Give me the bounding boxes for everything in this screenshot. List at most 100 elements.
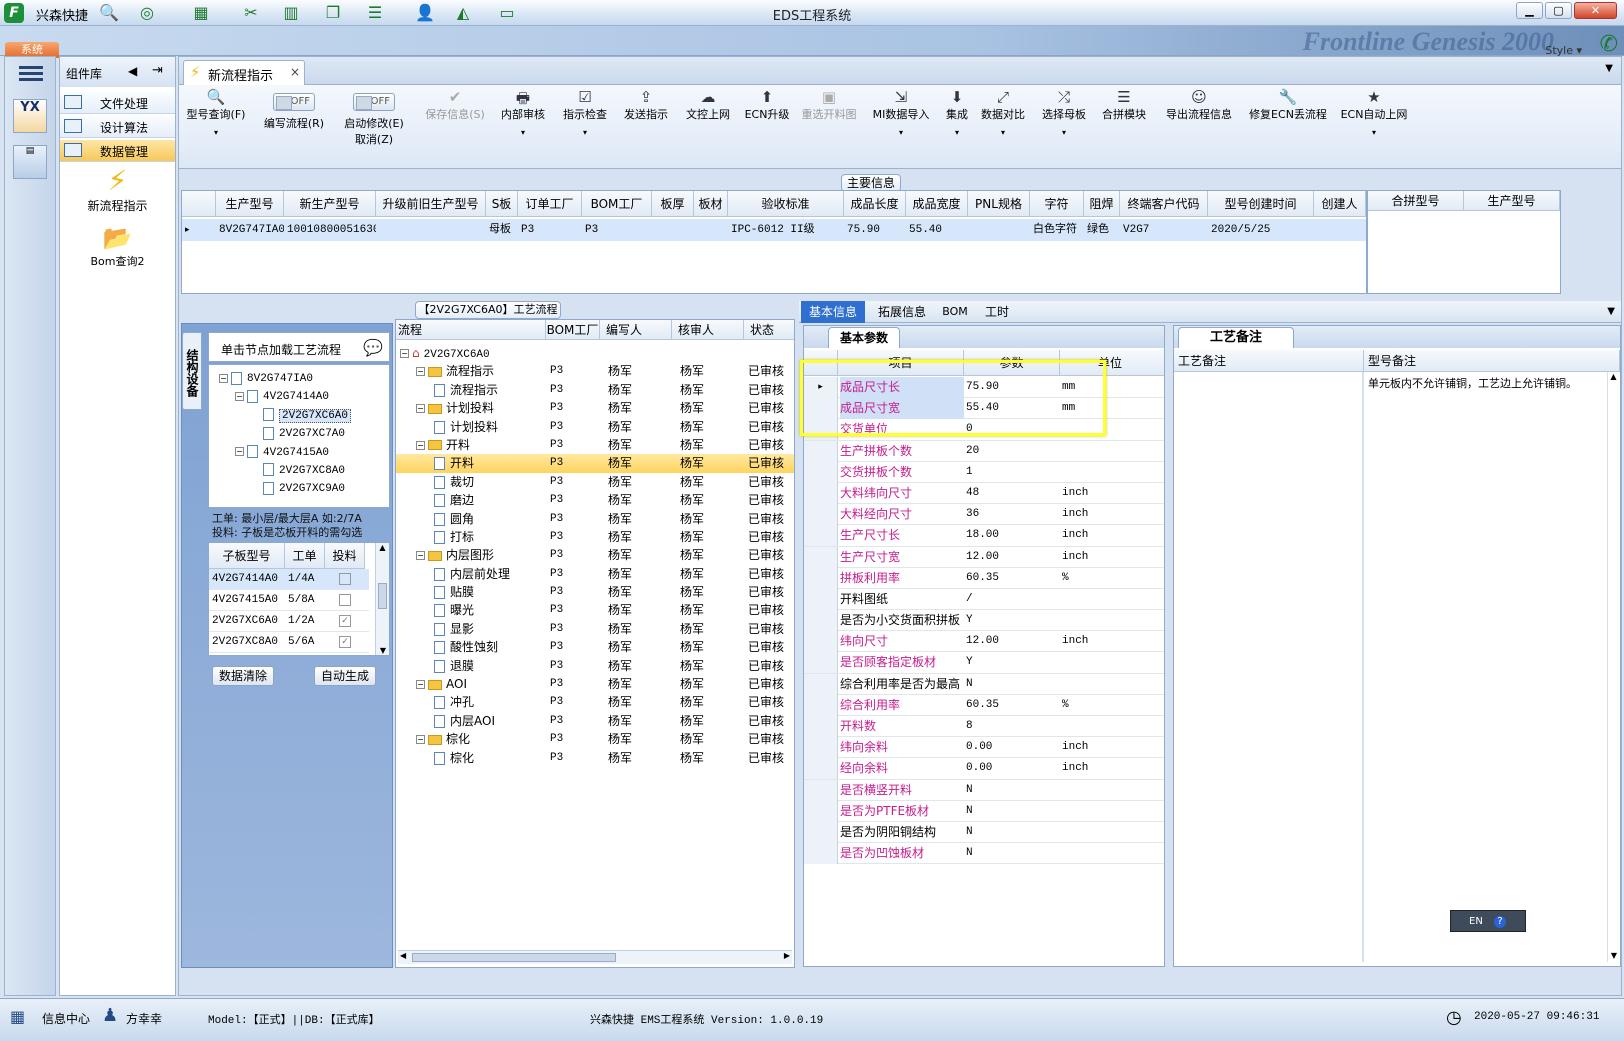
remarks-tab[interactable]: 工艺备注 <box>1178 327 1294 348</box>
table-cell[interactable] <box>968 219 1030 241</box>
chart-icon[interactable]: ◭ <box>452 4 474 22</box>
doc-control-online-button[interactable]: ☁ 文控上网 <box>678 88 738 122</box>
search-icon[interactable]: 🔍 <box>98 4 120 22</box>
tab-bom[interactable]: BOM <box>935 301 975 323</box>
process-row[interactable]: − 计划投料 P3 杨军 杨军 已审核 <box>396 399 794 417</box>
process-row[interactable]: 退膜 P3 杨军 杨军 已审核 <box>396 657 794 675</box>
user-icon[interactable]: 👤 <box>414 4 436 22</box>
process-row[interactable]: 棕化 P3 杨军 杨军 已审核 <box>396 749 794 767</box>
new-process-tool[interactable]: ⚡ 新流程指示 <box>60 165 175 214</box>
param-value[interactable]: 60.35 <box>966 568 1060 589</box>
table-cell[interactable] <box>652 219 694 241</box>
basic-params-tab[interactable]: 基本参数 <box>828 327 900 348</box>
param-value[interactable]: 8 <box>966 716 1060 737</box>
horizontal-scrollbar[interactable]: ◀ ▶ <box>398 950 792 964</box>
param-value[interactable]: N <box>966 822 1060 843</box>
col-header[interactable]: BOM工厂 <box>582 191 652 217</box>
table-cell[interactable]: V2G7 <box>1120 219 1208 241</box>
process-row[interactable]: 开料 P3 杨军 杨军 已审核 <box>396 454 794 473</box>
param-row[interactable]: 拼板利用率 60.35% <box>804 567 1164 589</box>
scrollbar[interactable]: ▲ ▼ <box>375 543 389 655</box>
param-row[interactable]: 是否为PTFE板材 N <box>804 800 1164 822</box>
structure-vertical-tab[interactable]: 结构设备 <box>182 332 202 410</box>
collapse-icon[interactable]: − <box>416 367 425 377</box>
col-header[interactable]: 订单工厂 <box>518 191 582 217</box>
process-row[interactable]: 计划投料 P3 杨军 杨军 已审核 <box>396 418 794 436</box>
process-row[interactable]: 贴膜 P3 杨军 杨军 已审核 <box>396 583 794 601</box>
param-value[interactable]: 18.00 <box>966 525 1060 546</box>
copy-icon[interactable]: ❐ <box>322 4 344 22</box>
process-row[interactable]: 显影 P3 杨军 杨军 已审核 <box>396 620 794 638</box>
order-cell[interactable]: 5/6A <box>285 632 325 653</box>
repair-ecn-button[interactable]: 🔧 修复ECN丢流程 <box>1243 88 1333 122</box>
col-header[interactable]: 升级前旧生产型号 <box>376 191 486 217</box>
feed-checkbox[interactable]: ✓ <box>339 636 351 648</box>
col-header[interactable]: S板 <box>486 191 518 217</box>
param-row[interactable]: 经向余料 0.00 inch <box>804 758 1164 780</box>
tab-dropdown-icon[interactable]: ▼ <box>1607 306 1615 317</box>
param-row[interactable]: 综合利用率 60.35% <box>804 694 1164 716</box>
param-value[interactable]: N <box>966 843 1060 864</box>
collapse-icon[interactable]: − <box>416 551 425 561</box>
merge-module-button[interactable]: ☰ 合拼模块 <box>1095 88 1153 122</box>
scroll-up-icon[interactable]: ▲ <box>1608 372 1619 381</box>
col-header[interactable]: 成品长度 <box>844 191 906 217</box>
write-process-toggle[interactable]: OFF <box>273 93 315 111</box>
scroll-thumb[interactable] <box>378 583 387 609</box>
scroll-left-icon[interactable]: ◀ <box>400 951 406 960</box>
auto-generate-button[interactable]: 自动生成 <box>314 666 376 686</box>
param-value[interactable]: Y <box>966 652 1060 673</box>
param-value[interactable]: 1 <box>966 462 1060 483</box>
ecn-auto-online-button[interactable]: ★ ECN自动上网 ▾ <box>1335 88 1413 137</box>
param-row[interactable]: 开料图纸 / <box>804 588 1164 611</box>
col-reviewer[interactable]: 核审人 <box>672 320 744 339</box>
film-icon[interactable]: ▥ <box>280 4 302 22</box>
export-process-info-button[interactable]: ☺ 导出流程信息 <box>1157 88 1241 122</box>
col-header[interactable]: 创建人 <box>1314 191 1366 217</box>
table-cell[interactable]: 白色字符 <box>1030 219 1084 241</box>
col-process[interactable]: 流程 <box>396 320 546 339</box>
tab-work-hours[interactable]: 工时 <box>977 301 1017 323</box>
col-header[interactable]: 新生产型号 <box>284 191 376 217</box>
param-row[interactable]: 纬向尺寸 12.00 inch <box>804 631 1164 653</box>
tab-basic-info[interactable]: 基本信息 <box>801 301 865 323</box>
param-value[interactable]: N <box>966 801 1060 822</box>
process-row[interactable]: 冲孔 P3 杨军 杨军 已审核 <box>396 693 794 711</box>
collapse-icon[interactable]: − <box>416 404 425 414</box>
start-modify-toggle[interactable]: OFF <box>353 93 395 111</box>
table-row[interactable]: 2V2G7XC6A0 1/2A ✓ <box>209 611 369 632</box>
param-value[interactable]: 0.00 <box>966 737 1060 758</box>
table-cell[interactable]: 10010800051630 <box>284 219 376 241</box>
process-row[interactable]: − 流程指示 P3 杨军 杨军 已审核 <box>396 362 794 380</box>
model-note-text[interactable]: 单元板内不允许铺铜，工艺边上允许铺铜。 <box>1368 378 1598 390</box>
close-window-button[interactable]: ✕ <box>1574 2 1617 19</box>
monitor-icon[interactable]: ▭ <box>496 4 518 22</box>
scissors-icon[interactable]: ✂ <box>240 4 262 22</box>
table-cell[interactable] <box>1314 219 1366 241</box>
process-row[interactable]: 内层前处理 P3 杨军 杨军 已审核 <box>396 565 794 583</box>
table-row[interactable]: 2V2G7XC8A0 5/6A ✓ <box>209 632 369 653</box>
param-row[interactable]: 是否为阴阳铜结构 N <box>804 821 1164 844</box>
pin-icon[interactable]: ⇥ <box>152 63 163 78</box>
col-header[interactable]: 板厚 <box>652 191 694 217</box>
col-header[interactable]: 字符 <box>1030 191 1084 217</box>
table-cell[interactable]: 母板 <box>486 219 518 241</box>
col-process-remark[interactable]: 工艺备注 <box>1174 350 1364 372</box>
feed-checkbox[interactable] <box>339 594 351 606</box>
tree-node[interactable]: 2V2G7XC6A0 <box>209 406 389 424</box>
col-order[interactable]: 工单 <box>285 543 325 569</box>
integrate-button[interactable]: ⬇ 集成 ▾ <box>937 88 977 137</box>
collapse-icon[interactable]: − <box>416 440 425 450</box>
param-row[interactable]: 是否为凹蚀板材 N <box>804 843 1164 865</box>
maximize-button[interactable]: ▢ <box>1545 2 1572 19</box>
scrollbar[interactable]: ▲ ▼ <box>1607 372 1619 962</box>
table-row[interactable]: ▸ 8V2G747IA0 10010800051630 母板 P3 P3 IPC-6012 … <box>182 219 1366 241</box>
table-cell[interactable]: IPC-6012 II级 <box>728 219 844 241</box>
process-row[interactable]: 内层AOI P3 杨军 杨军 已审核 <box>396 712 794 730</box>
col-merge-model[interactable]: 合拼型号 <box>1368 191 1464 211</box>
tab-new-process[interactable]: ⚡ 新流程指示 × <box>183 60 305 86</box>
param-row[interactable]: 大料纬向尺寸 48 inch <box>804 482 1164 505</box>
tab-close-icon[interactable]: × <box>290 65 300 79</box>
order-cell[interactable]: 1/4A <box>285 569 325 590</box>
col-header[interactable]: 验收标准 <box>728 191 844 217</box>
